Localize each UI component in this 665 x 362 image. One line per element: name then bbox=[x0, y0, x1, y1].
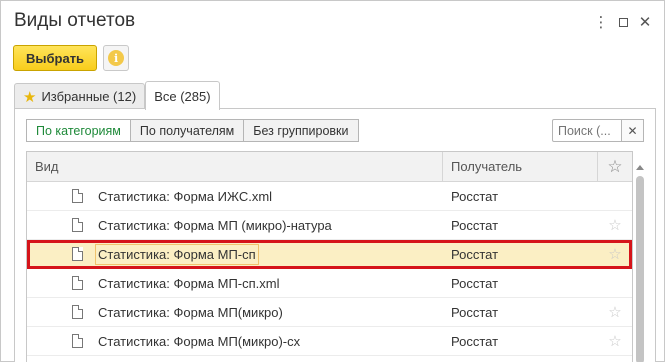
tab-panel: По категориям По получателям Без группир… bbox=[14, 108, 656, 362]
row-name: Статистика: Форма МП (микро)-натура bbox=[98, 217, 332, 233]
star-icon: ★ bbox=[23, 88, 37, 106]
grouping-switch: По категориям По получателям Без группир… bbox=[26, 119, 359, 142]
column-header-favorite[interactable]: ☆ bbox=[598, 152, 632, 181]
table-row[interactable]: Статистика: Форма ИЖС.xml Росстат bbox=[27, 182, 632, 211]
group-by-category-button[interactable]: По категориям bbox=[26, 119, 131, 142]
favorite-star-icon[interactable]: ☆ bbox=[598, 216, 632, 234]
row-recipient: Росстат bbox=[451, 188, 499, 204]
toolbar: Выбрать i bbox=[13, 45, 130, 71]
row-name: Статистика: Форма ИЖС.xml bbox=[98, 188, 273, 204]
favorite-star-icon[interactable]: ☆ bbox=[598, 245, 632, 263]
title-bar: Виды отчетов ⋮ ✕ bbox=[1, 1, 664, 41]
document-icon bbox=[72, 189, 83, 203]
group-by-recipient-button[interactable]: По получателям bbox=[129, 119, 245, 142]
row-recipient: Росстат bbox=[451, 333, 499, 349]
no-grouping-button[interactable]: Без группировки bbox=[243, 119, 359, 142]
star-outline-icon: ☆ bbox=[607, 156, 623, 176]
document-icon bbox=[72, 218, 83, 232]
window-title: Виды отчетов bbox=[14, 10, 136, 31]
row-recipient: Росстат bbox=[451, 217, 499, 233]
close-icon[interactable]: ✕ bbox=[634, 11, 656, 33]
table-row[interactable]: Статистика: Форма МП(микро) Росстат ☆ bbox=[27, 298, 632, 327]
column-header-name[interactable]: Вид bbox=[27, 152, 443, 181]
row-name: Статистика: Форма МП-сп.xml bbox=[98, 275, 280, 291]
tab-favorites-label: Избранные (12) bbox=[41, 89, 137, 104]
table-row-selected[interactable]: Статистика: Форма МП-сп Росстат ☆ bbox=[27, 240, 632, 269]
scroll-thumb[interactable] bbox=[636, 176, 644, 362]
row-name: Статистика: Форма МП(микро)-сх bbox=[98, 333, 301, 349]
reports-table: Вид Получатель ☆ Статистика: Форма ИЖС.x… bbox=[26, 151, 633, 362]
document-icon bbox=[72, 247, 83, 261]
tab-all[interactable]: Все (285) bbox=[145, 81, 220, 110]
clear-search-icon[interactable]: ✕ bbox=[622, 119, 644, 142]
table-row[interactable]: Статистика: Форма МП (микро)-натура Росс… bbox=[27, 211, 632, 240]
document-icon bbox=[72, 334, 83, 348]
kebab-menu-icon[interactable]: ⋮ bbox=[590, 11, 612, 33]
info-icon: i bbox=[108, 50, 125, 66]
column-header-recipient[interactable]: Получатель bbox=[443, 152, 598, 181]
row-name: Статистика: Форма МП-сп bbox=[95, 243, 259, 265]
row-recipient: Росстат bbox=[451, 304, 499, 320]
row-recipient: Росстат bbox=[451, 246, 499, 262]
table-row[interactable]: Статистика: Форма МП-сп.xml Росстат bbox=[27, 269, 632, 298]
table-header: Вид Получатель ☆ bbox=[27, 152, 632, 182]
row-recipient: Росстат bbox=[451, 275, 499, 291]
favorite-star-icon[interactable]: ☆ bbox=[598, 303, 632, 321]
scroll-up-icon[interactable] bbox=[636, 165, 644, 170]
tab-favorites[interactable]: ★ Избранные (12) bbox=[14, 83, 146, 109]
table-row[interactable]: Статистика: Форма МП(микро)-сх Росстат ☆ bbox=[27, 327, 632, 356]
dialog-window: Виды отчетов ⋮ ✕ Выбрать i ★ Избранные (… bbox=[0, 0, 665, 362]
info-button[interactable]: i bbox=[103, 45, 130, 71]
search-input[interactable] bbox=[552, 119, 622, 142]
tab-all-label: Все (285) bbox=[154, 88, 211, 104]
document-icon bbox=[72, 276, 83, 290]
window-controls: ⋮ ✕ bbox=[590, 11, 656, 33]
search-box: ✕ bbox=[552, 119, 644, 142]
row-name: Статистика: Форма МП(микро) bbox=[98, 304, 283, 320]
favorite-star-icon[interactable]: ☆ bbox=[598, 332, 632, 350]
maximize-icon[interactable] bbox=[612, 11, 634, 33]
document-icon bbox=[72, 305, 83, 319]
select-button[interactable]: Выбрать bbox=[13, 45, 98, 71]
tab-bar: ★ Избранные (12) Все (285) bbox=[14, 81, 220, 110]
vertical-scrollbar[interactable] bbox=[635, 151, 645, 362]
